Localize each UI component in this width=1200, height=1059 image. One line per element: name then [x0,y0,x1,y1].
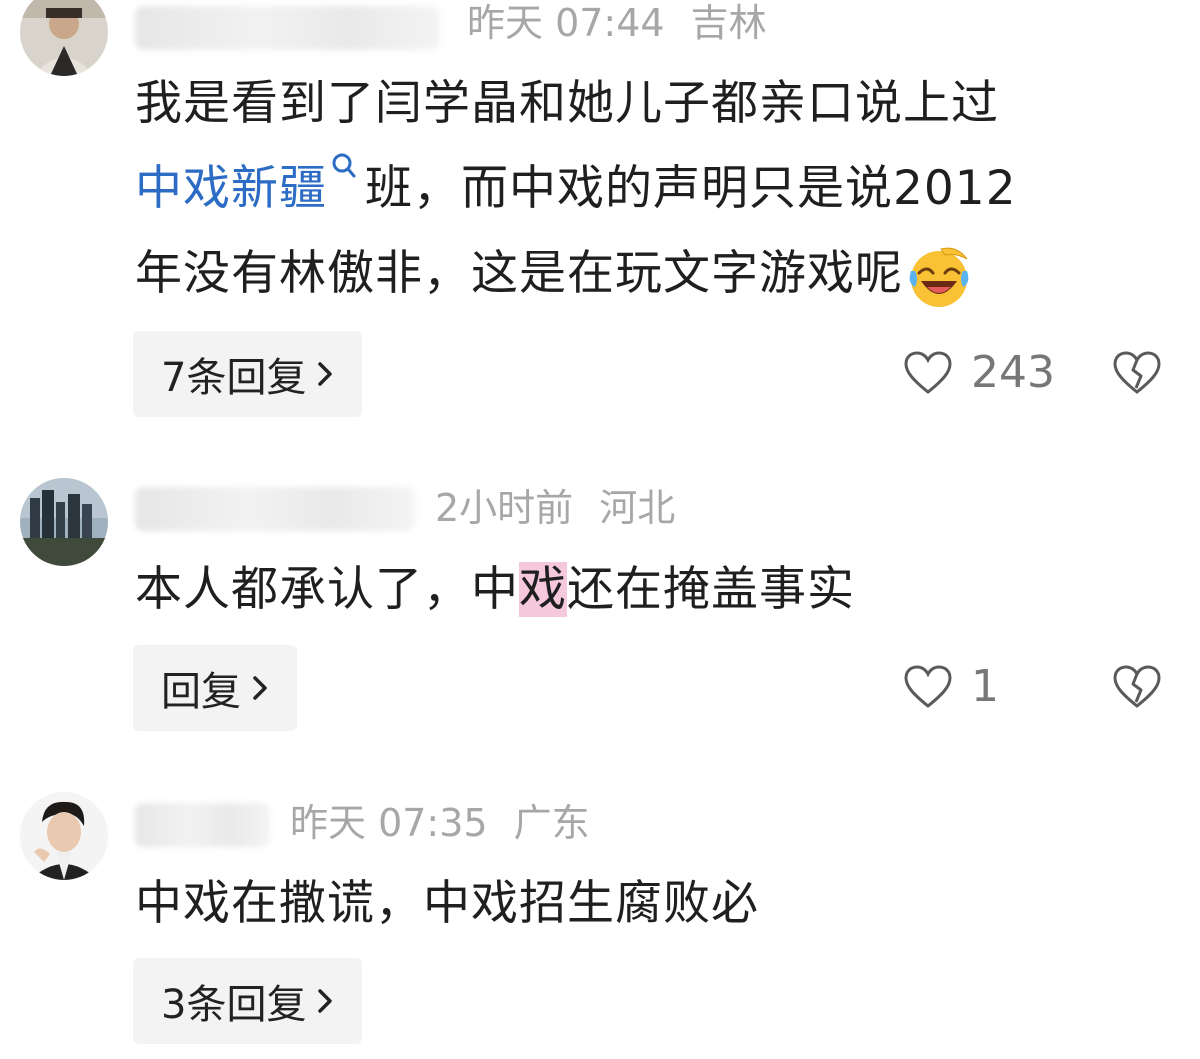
comment-text: 本人都承认了，中戏还在掩盖事实 [135,547,855,632]
reply-button[interactable]: 回复 [133,645,297,731]
avatar[interactable] [20,0,108,76]
username-blurred[interactable] [135,487,415,531]
comment-location: 河北 [599,486,676,530]
broken-heart-icon[interactable] [1112,350,1162,396]
comment-text-segment: 年没有林傲非，这是在玩文字游戏呢 [135,246,903,301]
comment-text-segment: 还在掩盖事实 [567,562,855,617]
username-blurred[interactable] [135,6,440,50]
view-replies-button[interactable]: 3条回复 [133,958,363,1044]
comment-location: 吉林 [690,1,767,45]
comment-text-line: 中戏新疆 班，而中戏的声明只是说2012 [135,146,1017,231]
avatar[interactable] [20,792,108,880]
like-button[interactable]: 1 [903,664,999,710]
comment-text-segment: 班，而中戏的声明只是说2012 [365,161,1017,216]
comment-meta: 2小时前 河北 [435,489,675,527]
chevron-right-icon [253,676,267,700]
comment-text-line: 我是看到了闫学晶和她儿子都亲口说上过 [135,76,999,131]
broken-heart-icon[interactable] [1112,664,1162,710]
heart-outline-icon [904,665,952,708]
heart-outline-icon [904,351,952,394]
chevron-right-icon [318,989,333,1013]
highlighted-text: 戏 [519,562,567,617]
comment-location: 广东 [513,801,590,845]
comment-text: 我是看到了闫学晶和她儿子都亲口说上过 中戏新疆 班，而中戏的声明只是说2012 年… [135,61,1017,316]
laughing-crying-emoji [909,247,969,307]
comment-time: 昨天 07:35 [290,801,488,845]
avatar[interactable] [20,478,108,566]
comment-text: 中戏在撒谎，中戏招生腐败必 [135,876,759,931]
comment-time: 2小时前 [435,486,574,530]
view-replies-button[interactable]: 7条回复 [133,331,363,417]
username-blurred[interactable] [135,803,270,847]
comment-meta: 昨天 07:44 吉林 [467,4,767,42]
reply-label: 7条回复 [161,355,307,401]
reply-label: 回复 [161,669,241,715]
comment-text-line: 年没有林傲非，这是在玩文字游戏呢 [135,231,1017,316]
chevron-right-icon [318,362,333,386]
search-icon[interactable] [331,152,357,192]
comment-time: 昨天 07:44 [467,1,665,45]
comment-text-segment: 本人都承认了，中 [135,562,519,617]
like-button[interactable]: 243 [903,350,1055,396]
like-count: 243 [971,347,1055,398]
reply-label: 3条回复 [161,982,307,1028]
comment-meta: 昨天 07:35 广东 [290,804,590,842]
search-link[interactable]: 中戏新疆 [135,161,327,216]
like-count: 1 [971,661,999,712]
